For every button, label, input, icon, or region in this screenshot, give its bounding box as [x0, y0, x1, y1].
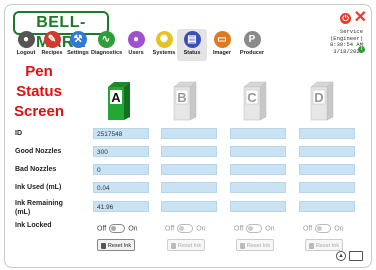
nav-users[interactable]: ● Users: [121, 31, 151, 56]
row-label-ink-used: Ink Used (mL): [15, 184, 62, 191]
info-icon[interactable]: i: [358, 46, 365, 53]
pen-a-ink-remaining-field: 41.96: [93, 201, 149, 212]
close-icon[interactable]: ✕: [354, 10, 367, 26]
pen-c-ink-used-field: [230, 182, 286, 193]
service-info: Service (Engineer) 8:30:54 AM 3/18/2020: [329, 28, 363, 55]
toggle-switch[interactable]: [109, 224, 126, 233]
pen-b-reset-ink-button[interactable]: Reset Ink: [167, 239, 205, 251]
pen-a-letter: A: [111, 90, 121, 105]
ink-icon: [170, 242, 176, 249]
row-label-ink-locked: Ink Locked: [15, 222, 52, 229]
pen-c-icon[interactable]: C: [241, 81, 267, 121]
imager-icon: ▭: [213, 31, 231, 48]
nav-settings[interactable]: ⚒ Settings: [63, 31, 93, 56]
pen-a-ink-lock-toggle[interactable]: Off On: [97, 224, 138, 233]
recipes-icon: ✎: [43, 31, 61, 48]
pen-d-id-field: [299, 128, 355, 139]
pen-b-letter: B: [177, 90, 186, 105]
pen-c-reset-ink-button[interactable]: Reset Ink: [236, 239, 274, 251]
row-label-bad-nozzles: Bad Nozzles: [15, 166, 57, 173]
toggle-switch[interactable]: [246, 224, 263, 233]
pen-d-letter: D: [314, 90, 323, 105]
pen-status-window: BELL-MARK ● Logout ✎ Recipes ⚒ Settings …: [4, 4, 372, 268]
pen-a-good-nozzles-field: 300: [93, 146, 149, 157]
pen-c-good-nozzles-field: [230, 146, 286, 157]
pen-d-reset-ink-button[interactable]: Reset Ink: [305, 239, 343, 251]
pen-b-icon[interactable]: B: [171, 81, 197, 121]
bottom-toolbar: ▲: [333, 251, 363, 261]
row-label-ink-remaining: Ink Remaining (mL): [15, 200, 63, 216]
pen-d-ink-lock-toggle[interactable]: Off On: [303, 224, 344, 233]
pen-c-bad-nozzles-field: [230, 164, 286, 175]
page-title: Pen Status Screen: [13, 63, 65, 120]
pen-b-id-field: [161, 128, 217, 139]
pen-c-ink-remaining-field: [230, 201, 286, 212]
nav-status[interactable]: ▤ Status: [177, 29, 207, 61]
row-label-id: ID: [15, 130, 22, 137]
user-icon: ●: [17, 31, 35, 48]
toggle-switch[interactable]: [315, 224, 332, 233]
pen-d-ink-used-field: [299, 182, 355, 193]
pen-a-bad-nozzles-field: 0: [93, 164, 149, 175]
pen-c-id-field: [230, 128, 286, 139]
nav-systems[interactable]: ✺ Systems: [149, 31, 179, 56]
pen-b-bad-nozzles-field: [161, 164, 217, 175]
power-icon[interactable]: ⏻: [340, 13, 351, 24]
users-icon: ●: [127, 31, 145, 48]
nav-producer[interactable]: P Producer: [237, 31, 267, 56]
ink-icon: [239, 242, 245, 249]
pen-b-good-nozzles-field: [161, 146, 217, 157]
pen-a-id-field: 2517548: [93, 128, 149, 139]
keyboard-icon[interactable]: [349, 251, 363, 261]
heartbeat-icon: ∿: [97, 31, 115, 48]
pen-c-letter: C: [247, 90, 257, 105]
ink-icon: [308, 242, 314, 249]
pen-d-ink-remaining-field: [299, 201, 355, 212]
pen-b-ink-remaining-field: [161, 201, 217, 212]
status-icon: ▤: [183, 31, 201, 48]
producer-icon: P: [243, 31, 261, 48]
pen-a-ink-used-field: 0.04: [93, 182, 149, 193]
scroll-up-icon[interactable]: ▲: [336, 251, 346, 261]
pen-d-icon[interactable]: D: [308, 81, 334, 121]
pen-b-ink-lock-toggle[interactable]: Off On: [165, 224, 206, 233]
toggle-switch[interactable]: [177, 224, 194, 233]
pen-d-good-nozzles-field: [299, 146, 355, 157]
row-label-good-nozzles: Good Nozzles: [15, 148, 62, 155]
pen-c-ink-lock-toggle[interactable]: Off On: [234, 224, 275, 233]
pen-b-ink-used-field: [161, 182, 217, 193]
nav-diagnostics[interactable]: ∿ Diagnostics: [91, 31, 122, 56]
pen-a-reset-ink-button[interactable]: Reset Ink: [97, 239, 135, 251]
pen-a-icon[interactable]: A: [105, 81, 131, 121]
ink-icon: [100, 242, 106, 249]
nav-imager[interactable]: ▭ Imager: [207, 31, 237, 56]
pen-d-bad-nozzles-field: [299, 164, 355, 175]
systems-icon: ✺: [155, 31, 173, 48]
wrench-icon: ⚒: [69, 31, 87, 48]
